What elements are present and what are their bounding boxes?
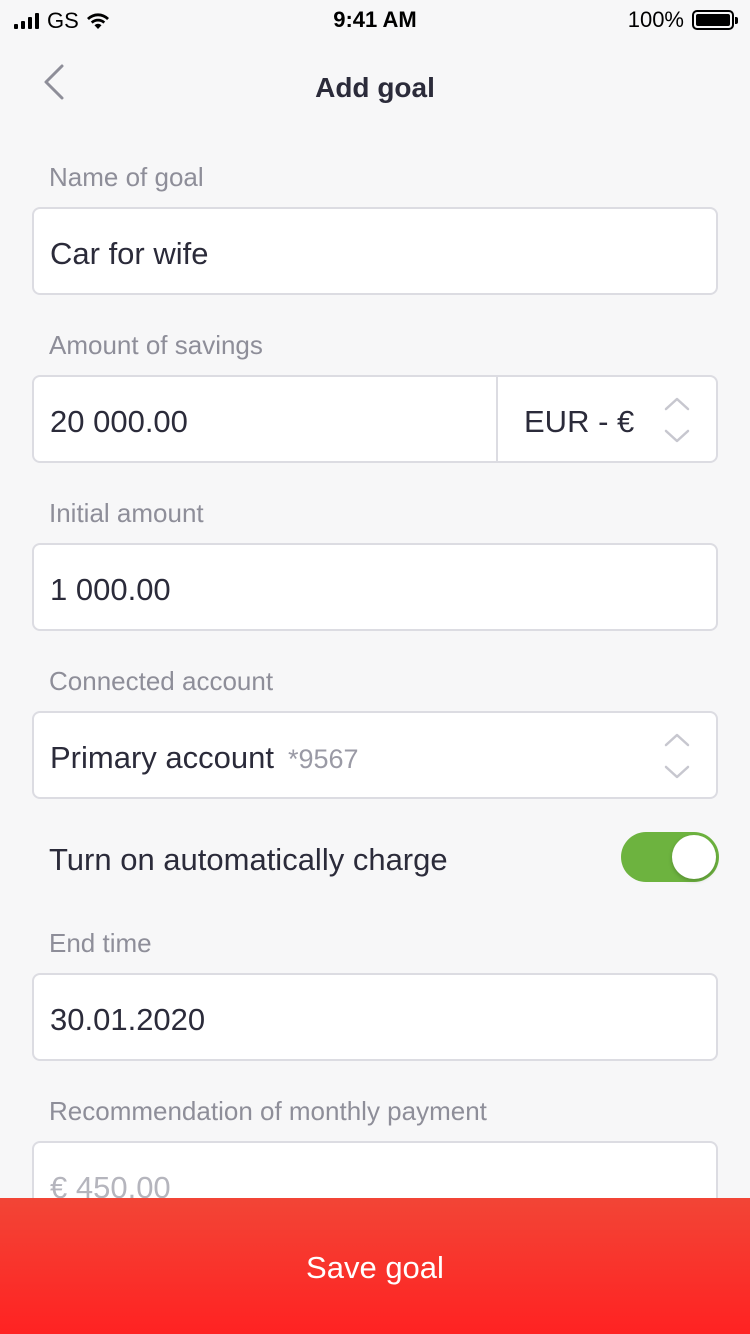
save-goal-label: Save goal	[306, 1250, 444, 1285]
amount-label: Amount of savings	[49, 330, 263, 360]
toggle-knob	[672, 835, 716, 879]
battery-icon	[692, 10, 738, 30]
account-label: Connected account	[49, 666, 274, 696]
status-right: 100%	[627, 7, 738, 33]
nav-bar: Add goal	[0, 50, 750, 126]
end-time-label: End time	[49, 928, 152, 958]
account-value: Primary account *9567	[50, 740, 359, 776]
currency-stepper-icon[interactable]	[662, 395, 692, 445]
auto-charge-label: Turn on automatically charge	[49, 842, 448, 877]
page-title: Add goal	[315, 72, 435, 103]
end-time-value: 30.01.2020	[50, 1002, 206, 1037]
amount-value: 20 000.00	[50, 404, 188, 439]
account-stepper-icon[interactable]	[662, 731, 692, 781]
recommend-label: Recommendation of monthly payment	[49, 1096, 487, 1126]
auto-charge-row: Turn on automatically charge	[0, 830, 750, 886]
amount-field[interactable]: 20 000.00 EUR - €	[32, 375, 718, 463]
initial-label: Initial amount	[49, 498, 204, 528]
initial-amount-field[interactable]: 1 000.00	[32, 543, 718, 631]
goal-name-value: Car for wife	[50, 236, 209, 271]
account-name: Primary account	[50, 740, 274, 775]
account-number: *9567	[287, 744, 359, 774]
save-goal-button[interactable]: Save goal	[0, 1198, 750, 1334]
end-time-field[interactable]: 30.01.2020	[32, 973, 718, 1061]
field-divider	[496, 377, 498, 461]
account-select[interactable]: Primary account *9567	[32, 711, 718, 799]
goal-name-field[interactable]: Car for wife	[32, 207, 718, 295]
name-label: Name of goal	[49, 162, 204, 192]
status-bar: GS 9:41 AM 100%	[0, 0, 750, 40]
auto-charge-toggle[interactable]	[621, 832, 719, 882]
initial-amount-value: 1 000.00	[50, 572, 171, 607]
currency-select[interactable]: EUR - €	[524, 404, 634, 440]
battery-percent: 100%	[627, 7, 684, 32]
